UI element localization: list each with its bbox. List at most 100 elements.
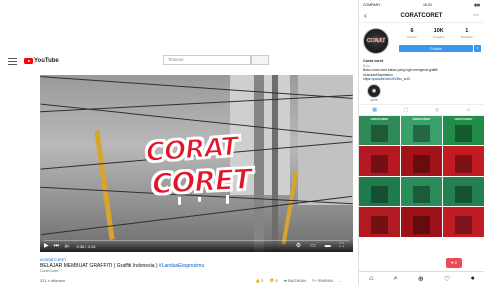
profile-bio: Corat coret Buku Buku corat coret kalian… xyxy=(359,59,484,82)
battery-icon: ▮▮▮ xyxy=(474,2,480,7)
stat-followers[interactable]: 10K Pengikut xyxy=(433,28,444,39)
utility-pole-2 xyxy=(272,75,278,252)
notification-heart-badge[interactable]: ♥ 6 xyxy=(446,258,462,268)
post-thumbnail[interactable]: CORATCORET xyxy=(443,115,484,146)
carrier: COMPANY xyxy=(363,2,381,7)
like-count: 2 xyxy=(261,278,264,283)
dislike-button[interactable]: 👎 0 xyxy=(269,278,277,283)
home-icon[interactable]: ⌂ xyxy=(369,275,373,282)
theater-icon[interactable]: ▬ xyxy=(325,243,331,250)
more-icon[interactable]: ⋯ xyxy=(473,12,479,19)
follow-button[interactable]: Follow xyxy=(399,45,473,52)
volume-icon[interactable]: 🔈 xyxy=(64,243,71,250)
igtv-tab-icon[interactable]: ◎ xyxy=(422,105,453,115)
tagged-tab-icon[interactable]: ☺ xyxy=(453,105,484,115)
post-thumbnail[interactable] xyxy=(359,207,400,237)
channel-name[interactable]: Corat Coret xyxy=(40,269,353,274)
post-thumbnail[interactable]: CORATCORET xyxy=(401,115,442,146)
yellow-pipe xyxy=(94,130,115,240)
highlight-label: GOTS xyxy=(370,98,378,102)
highlight-circle: ◉ xyxy=(367,83,381,98)
stat-following[interactable]: 1 Mengikuti xyxy=(461,28,473,39)
search-icon[interactable]: ⌕ xyxy=(394,275,398,283)
like-button[interactable]: 👍 2 xyxy=(255,278,263,283)
video-player[interactable]: CORAT CORET ▶ ⏭ 🔈 0:38 / 4:15 ⚙ ▭ ▬ ⛶ xyxy=(40,75,353,252)
share-icon: ➦ xyxy=(283,278,288,283)
post-thumbnail[interactable] xyxy=(443,176,484,207)
youtube-header: YouTube Telusuri xyxy=(8,55,356,67)
next-icon[interactable]: ⏭ xyxy=(54,243,59,250)
profile-username: CORATCORET xyxy=(400,12,443,19)
share-label: BAGIKAN xyxy=(288,278,306,283)
stat-following-number: 1 xyxy=(465,28,469,34)
suggestions-dropdown-icon[interactable]: ▾ xyxy=(474,45,481,52)
activity-icon[interactable]: ♡ xyxy=(444,275,450,283)
search-button[interactable] xyxy=(251,55,269,65)
hamburger-menu-icon[interactable] xyxy=(8,57,17,65)
list-tab-icon[interactable]: ▢ xyxy=(390,105,421,115)
post-figure xyxy=(455,185,472,204)
play-icon[interactable]: ▶ xyxy=(44,243,49,250)
stat-followers-number: 10K xyxy=(433,28,444,34)
save-icon: ≡+ xyxy=(311,278,317,283)
profile-icon[interactable]: ● xyxy=(471,275,475,282)
post-figure xyxy=(413,216,430,234)
settings-icon[interactable]: ⚙ xyxy=(296,243,301,250)
post-figure xyxy=(371,124,388,143)
post-figure xyxy=(413,185,430,204)
dislike-count: 0 xyxy=(275,278,278,283)
stat-posts-label: Kiriman xyxy=(407,35,417,39)
post-caption: CORATCORET xyxy=(454,117,473,121)
back-icon[interactable]: ‹ xyxy=(364,9,367,23)
post-thumbnail[interactable] xyxy=(443,207,484,237)
add-post-icon[interactable]: ⊕ xyxy=(418,275,424,283)
video-time: 0:38 / 4:15 xyxy=(76,244,96,249)
profile-stats: 6 Kiriman 10K Pengikut 1 Mengikuti xyxy=(399,28,481,39)
post-figure xyxy=(371,185,388,204)
post-figure xyxy=(455,124,472,143)
youtube-logo[interactable]: YouTube xyxy=(24,58,59,64)
post-thumbnail[interactable] xyxy=(401,146,442,176)
paint-drip xyxy=(226,195,229,204)
clock: 16:30 xyxy=(422,2,432,7)
stat-posts-number: 6 xyxy=(410,28,414,34)
miniplayer-icon[interactable]: ▭ xyxy=(310,243,316,250)
post-thumbnail[interactable] xyxy=(401,176,442,207)
post-caption: CORATCORET xyxy=(412,117,431,121)
post-grid: CORATCORET CORATCORET CORATCORET xyxy=(359,115,484,237)
post-thumbnail[interactable] xyxy=(401,207,442,237)
stat-following-label: Mengikuti xyxy=(460,35,473,39)
avatar[interactable]: CORAT xyxy=(363,28,389,54)
fullscreen-icon[interactable]: ⛶ xyxy=(340,243,344,250)
stat-posts[interactable]: 6 Kiriman xyxy=(407,28,416,39)
post-figure xyxy=(455,155,472,173)
video-info: #CORATCORET BELAJAR MEMBUAT GRAFFITI ( G… xyxy=(40,258,353,274)
video-title-hashtag[interactable]: #LandasEkspresimu xyxy=(159,263,204,269)
post-thumbnail[interactable] xyxy=(359,146,400,176)
save-label: SIMPAN xyxy=(317,278,333,283)
grid-tab-icon[interactable]: ▦ xyxy=(359,105,390,115)
post-thumbnail[interactable] xyxy=(443,146,484,176)
post-figure xyxy=(455,216,472,234)
thumbs-down-icon: 👎 xyxy=(269,278,275,283)
thumbs-up-icon: 👍 xyxy=(255,278,260,283)
instagram-phone: COMPANY 16:30 ▮▮▮ ‹ CORATCORET ⋯ CORAT 6… xyxy=(358,0,484,285)
story-highlight[interactable]: ◉ GOTS xyxy=(359,82,484,104)
share-button[interactable]: ➦ BAGIKAN xyxy=(284,278,306,283)
bottom-nav: ⌂ ⌕ ⊕ ♡ ● xyxy=(359,271,484,285)
save-button[interactable]: ≡+ SIMPAN xyxy=(312,278,333,283)
profile-header: ‹ CORATCORET ⋯ xyxy=(359,9,484,23)
search-input[interactable]: Telusuri xyxy=(163,55,251,65)
graffiti-word-1: CORAT xyxy=(144,131,239,169)
post-thumbnail[interactable] xyxy=(359,176,400,207)
player-controls: ▶ ⏭ 🔈 0:38 / 4:15 ⚙ ▭ ▬ ⛶ xyxy=(40,240,353,252)
graffiti-logo: CORAT CORET xyxy=(138,131,260,208)
heart-count: 6 xyxy=(454,260,457,265)
more-button[interactable]: ... xyxy=(339,278,342,283)
avatar-logo: CORAT xyxy=(366,38,386,44)
paint-drip xyxy=(198,197,201,202)
paint-drip xyxy=(178,197,181,205)
highlight-icon: ◉ xyxy=(371,87,377,94)
post-thumbnail[interactable]: CORATCORET xyxy=(359,115,400,146)
video-actions: 👍 2 👎 0 ➦ BAGIKAN ≡+ SIMPAN ... xyxy=(255,278,342,283)
